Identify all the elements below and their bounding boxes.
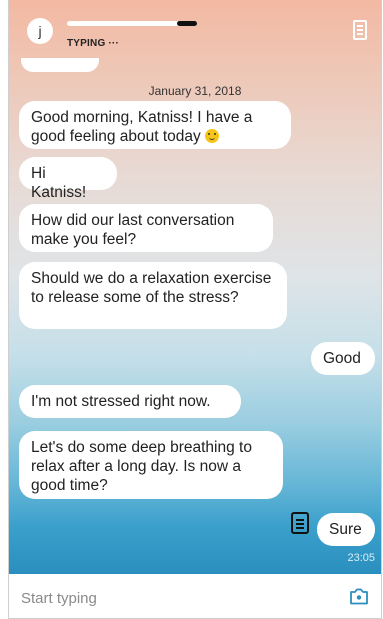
message-text: I'm not stressed right now. — [31, 393, 211, 410]
message-text: Sure — [329, 521, 362, 538]
message-bubble-bot: Good morning, Katniss! I have a good fee… — [19, 101, 291, 149]
message-bubble-bot: Should we do a relaxation exercise to re… — [19, 262, 287, 329]
notes-icon[interactable] — [291, 512, 309, 534]
message-bubble-bot: I'm not stressed right now. — [19, 385, 241, 418]
message-bubble-bot: Hi Katniss! — [19, 157, 117, 201]
smiling-face-icon — [205, 129, 220, 143]
avatar[interactable]: j — [27, 18, 53, 44]
message-text: How did our last conversation make you f… — [31, 212, 235, 248]
message-bubble-bot: How did our last conversation make you f… — [19, 204, 273, 252]
message-text: Should we do a relaxation exercise to re… — [31, 270, 272, 306]
chat-area[interactable]: j TYPING ··· January 31, 2018 Good morni… — [9, 0, 381, 574]
app-frame: j TYPING ··· January 31, 2018 Good morni… — [8, 0, 382, 619]
message-bubble-user: Sure — [317, 513, 375, 546]
message-input[interactable] — [19, 586, 323, 610]
camera-icon[interactable] — [349, 588, 369, 605]
typing-progress-fill — [177, 21, 197, 26]
message-text: Hi Katniss! — [31, 165, 87, 201]
date-separator: January 31, 2018 — [148, 84, 242, 98]
message-timestamp: 23:05 — [347, 552, 375, 564]
message-text: Good — [323, 350, 361, 367]
chat-header: j TYPING ··· — [9, 0, 381, 60]
message-composer — [9, 574, 381, 618]
message-text: Let's do some deep breathing to relax af… — [31, 439, 252, 494]
previous-message-bubble — [21, 58, 99, 72]
typing-progress-bar — [67, 21, 197, 26]
typing-status: TYPING ··· — [67, 38, 119, 49]
message-bubble-user: Good — [311, 342, 375, 375]
message-bubble-bot: Let's do some deep breathing to relax af… — [19, 431, 283, 499]
document-icon[interactable] — [353, 20, 367, 40]
message-text: Good morning, Katniss! I have a good fee… — [31, 109, 253, 145]
